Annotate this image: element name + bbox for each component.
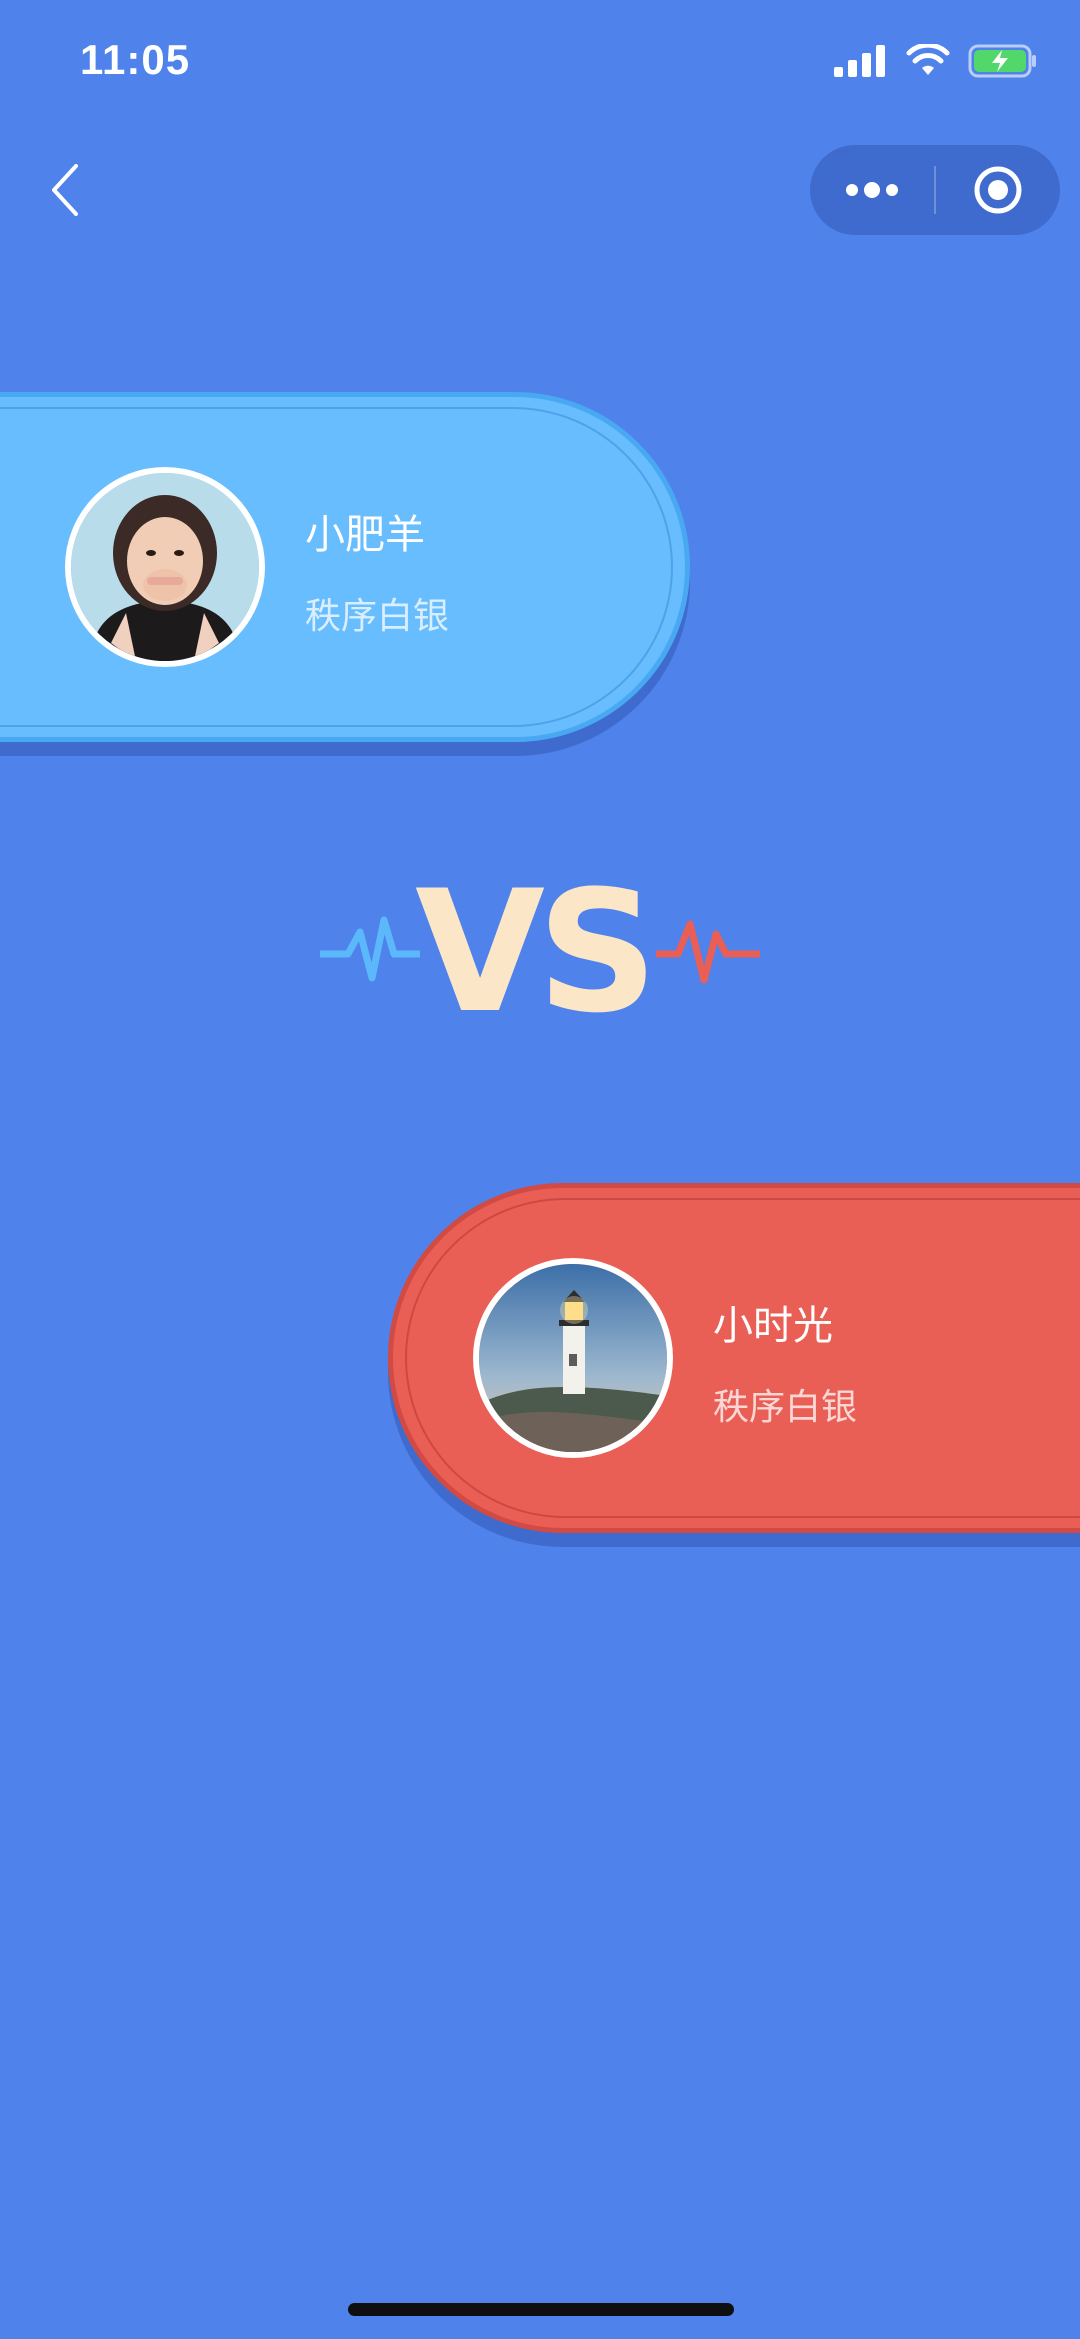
status-time: 11:05 [80, 36, 191, 83]
more-dots-icon [846, 182, 898, 198]
home-indicator [348, 2303, 734, 2316]
versus-graphic: VS [320, 868, 760, 1050]
avatar [473, 1258, 673, 1458]
player-rank: 秩序白银 [713, 1387, 858, 1428]
wifi-icon [906, 44, 950, 75]
target-circle-icon [974, 166, 1022, 214]
pulse-right-icon [656, 920, 760, 984]
pulse-left-icon [320, 916, 420, 982]
player-name: 小肥羊 [305, 512, 425, 558]
lighthouse-photo-avatar [479, 1264, 667, 1452]
chevron-left-icon [52, 164, 78, 216]
vs-label: VS [415, 854, 658, 1050]
back-button[interactable] [36, 150, 96, 230]
girl-portrait-avatar [71, 473, 259, 661]
mini-program-capsule [810, 145, 1060, 235]
player-card-right: 小时光 秩序白银 [388, 1183, 1080, 1533]
signal-icon [834, 45, 885, 77]
player-rank: 秩序白银 [305, 596, 450, 637]
battery-charging-icon [968, 44, 1036, 78]
close-button[interactable] [936, 145, 1060, 235]
status-bar: 11:05 [0, 0, 1080, 130]
more-button[interactable] [810, 145, 934, 235]
avatar [65, 467, 265, 667]
status-icons [834, 44, 1038, 78]
player-name: 小时光 [713, 1303, 833, 1349]
player-card-left: 小肥羊 秩序白银 [0, 392, 690, 742]
